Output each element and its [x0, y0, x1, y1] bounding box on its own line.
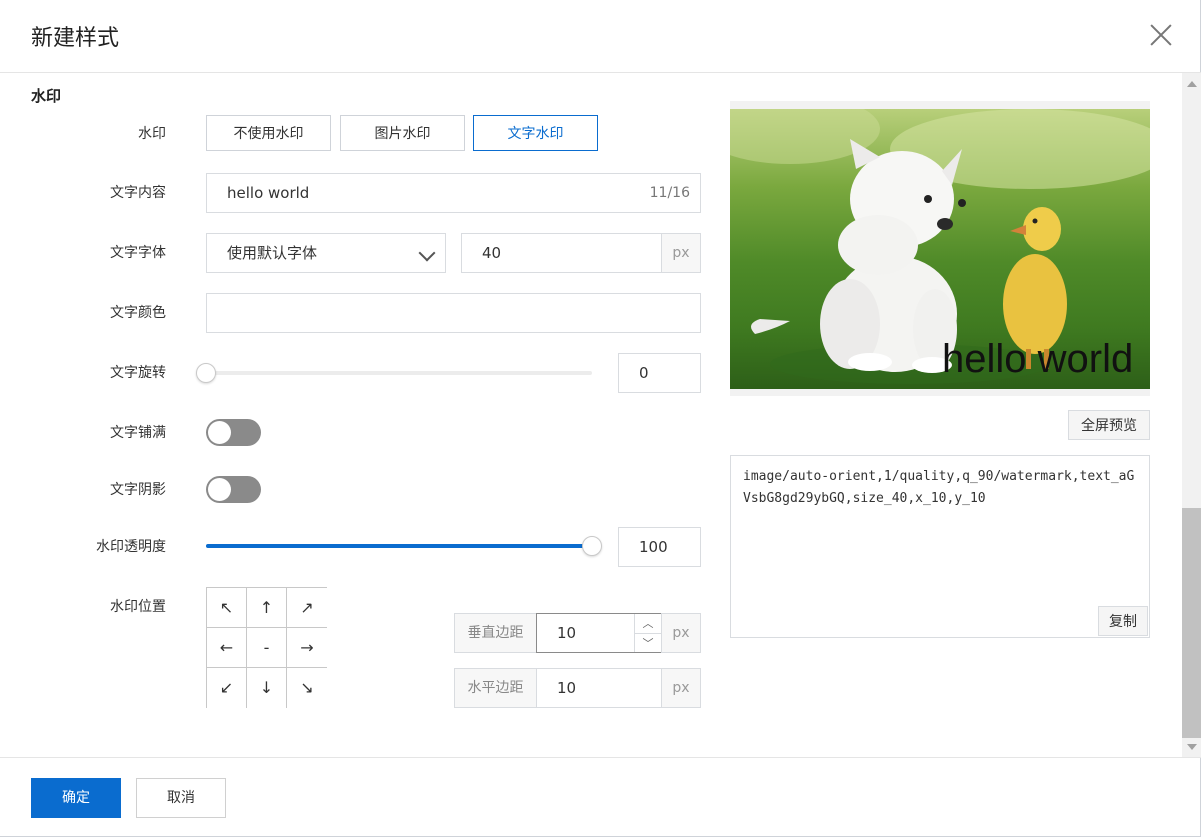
vertical-margin-input[interactable]: 10 ︿ ﹀ [536, 613, 662, 653]
font-select-value: 使用默认字体 [227, 244, 318, 262]
text-shadow-toggle[interactable] [206, 476, 261, 503]
position-right[interactable]: → [287, 628, 327, 668]
copy-button[interactable]: 复制 [1098, 606, 1148, 636]
close-icon[interactable] [1148, 22, 1174, 48]
vertical-margin-value: 10 [557, 624, 577, 642]
fullscreen-preview-button[interactable]: 全屏预览 [1068, 410, 1150, 440]
position-top-left[interactable]: ↖ [207, 588, 247, 628]
dialog-scrollbar[interactable] [1182, 73, 1201, 757]
text-content-input[interactable]: hello world 11/16 [206, 173, 701, 213]
section-title: 水印 [31, 87, 62, 105]
vertical-margin-spinner: ︿ ﹀ [634, 614, 661, 652]
position-bottom-right[interactable]: ↘ [287, 668, 327, 708]
char-counter: 11/16 [649, 185, 690, 201]
preview-image: hello world [730, 109, 1150, 389]
scroll-up-arrow-icon[interactable] [1187, 81, 1197, 87]
style-code-output[interactable]: image/auto-orient,1/quality,q_90/waterma… [730, 455, 1150, 638]
font-size-input[interactable]: 40 [461, 233, 662, 273]
vertical-margin-unit: px [661, 613, 701, 653]
dialog-title: 新建样式 [31, 26, 120, 51]
toggle-knob [208, 478, 231, 501]
position-top-right[interactable]: ↗ [287, 588, 327, 628]
opacity-slider-fill [206, 544, 592, 548]
position-bottom[interactable]: ↓ [247, 668, 287, 708]
opacity-slider[interactable] [206, 536, 602, 556]
horizontal-margin-unit: px [661, 668, 701, 708]
confirm-button[interactable]: 确定 [31, 778, 121, 818]
text-content-label: 文字内容 [110, 185, 166, 201]
text-content-value: hello world [227, 184, 310, 202]
position-left[interactable]: ← [207, 628, 247, 668]
scrollbar-thumb[interactable] [1182, 508, 1201, 738]
toggle-knob [208, 421, 231, 444]
rotation-slider-thumb[interactable] [196, 363, 216, 383]
horizontal-margin-input[interactable]: 10 [536, 668, 662, 708]
text-fill-label: 文字铺满 [110, 425, 166, 441]
dialog-footer: 确定 取消 [0, 757, 1201, 837]
dialog-body: 水印 水印 不使用水印 图片水印 文字水印 文字内容 hello world 1… [0, 73, 1181, 757]
cancel-button[interactable]: 取消 [136, 778, 226, 818]
horizontal-margin-label: 水平边距 [454, 668, 537, 708]
text-shadow-label: 文字阴影 [110, 482, 166, 498]
style-code-text: image/auto-orient,1/quality,q_90/waterma… [743, 469, 1135, 506]
position-bottom-left[interactable]: ↙ [207, 668, 247, 708]
preview-watermark-text: hello world [942, 337, 1134, 381]
vertical-margin-label: 垂直边距 [454, 613, 537, 653]
text-fill-toggle[interactable] [206, 419, 261, 446]
tab-image-watermark[interactable]: 图片水印 [340, 115, 465, 151]
chevron-down-icon [418, 244, 436, 262]
new-style-dialog: 新建样式 水印 水印 不使用水印 图片水印 文字水印 文字内容 hello wo… [0, 0, 1201, 837]
font-size-unit: px [661, 233, 701, 273]
horizontal-margin-value: 10 [557, 679, 577, 697]
scroll-down-arrow-icon[interactable] [1187, 744, 1197, 750]
tab-no-watermark[interactable]: 不使用水印 [206, 115, 331, 151]
tab-text-watermark[interactable]: 文字水印 [473, 115, 598, 151]
text-font-label: 文字字体 [110, 245, 166, 261]
rotation-value: 0 [639, 364, 649, 382]
watermark-type-label: 水印 [138, 126, 166, 142]
chevron-down-icon[interactable]: ﹀ [635, 634, 661, 653]
opacity-label: 水印透明度 [96, 539, 166, 555]
position-grid: ↖ ↑ ↗ ← - → ↙ ↓ ↘ [206, 587, 327, 708]
text-color-input[interactable] [206, 293, 701, 333]
opacity-value: 100 [639, 538, 668, 556]
font-select[interactable]: 使用默认字体 [206, 233, 446, 273]
text-color-label: 文字颜色 [110, 305, 166, 321]
rotation-slider[interactable] [196, 363, 592, 383]
opacity-slider-thumb[interactable] [582, 536, 602, 556]
chevron-up-icon[interactable]: ︿ [635, 614, 661, 634]
opacity-input[interactable]: 100 [618, 527, 701, 567]
position-center[interactable]: - [247, 628, 287, 668]
dialog-header: 新建样式 [0, 0, 1201, 73]
position-top[interactable]: ↑ [247, 588, 287, 628]
position-label: 水印位置 [110, 599, 166, 615]
rotation-input[interactable]: 0 [618, 353, 701, 393]
preview-panel: hello world [730, 101, 1150, 396]
font-size-value: 40 [482, 244, 502, 262]
text-rotation-label: 文字旋转 [110, 365, 166, 381]
